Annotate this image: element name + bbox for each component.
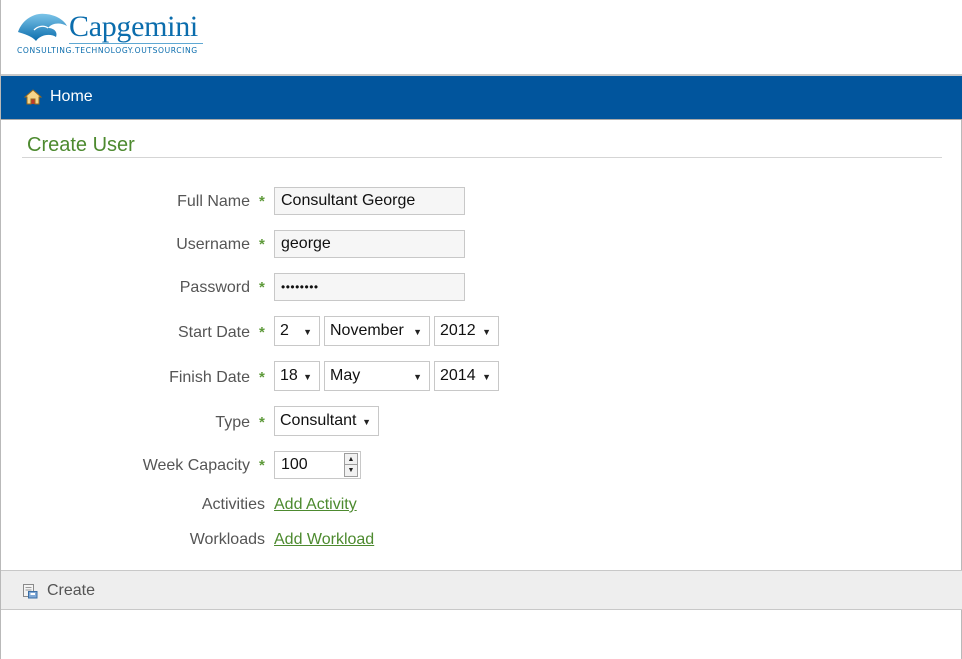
header: Capgemini CONSULTING.TECHNOLOGY.OUTSOURC… <box>1 0 962 75</box>
week-capacity-value: 100 <box>281 456 308 473</box>
dropdown-arrow-icon: ▼ <box>362 417 371 427</box>
add-activity-link[interactable]: Add Activity <box>274 496 357 514</box>
activities-label: Activities <box>201 496 265 513</box>
nav-home-label: Home <box>50 88 93 105</box>
logo-wordmark: Capgemini <box>69 10 198 43</box>
start-day-value: 2 <box>280 322 289 339</box>
row-workloads: Workloads Add Workload <box>1 525 962 555</box>
finish-date-label: Finish Date <box>169 369 250 386</box>
required-marker: * <box>259 236 265 253</box>
logo-tagline: CONSULTING.TECHNOLOGY.OUTSOURCING <box>17 46 198 55</box>
workloads-label: Workloads <box>189 531 265 548</box>
title-divider <box>22 157 942 158</box>
app-frame: Capgemini CONSULTING.TECHNOLOGY.OUTSOURC… <box>0 0 962 659</box>
page-title: Create User <box>27 134 135 156</box>
row-username: Username * george <box>1 230 962 260</box>
spinner-buttons: ▲ ▼ <box>344 453 358 477</box>
start-month-value: November <box>330 322 404 339</box>
dropdown-arrow-icon: ▼ <box>482 327 491 337</box>
nav-home-link[interactable]: Home <box>24 87 93 107</box>
type-select[interactable]: Consultant ▼ <box>274 406 379 436</box>
create-button[interactable]: Create <box>22 581 95 601</box>
type-label: Type <box>215 414 250 431</box>
username-input[interactable]: george <box>274 230 465 258</box>
capgemini-spade-logo-icon <box>18 13 67 41</box>
create-label: Create <box>47 582 96 599</box>
finish-day-select[interactable]: 18 ▼ <box>274 361 320 391</box>
row-type: Type * Consultant ▼ <box>1 406 962 436</box>
nav-bar: Home <box>1 76 962 119</box>
row-full-name: Full Name * Consultant George <box>1 187 962 217</box>
logo-divider <box>69 43 203 44</box>
password-label: Password <box>179 279 250 296</box>
required-marker: * <box>259 369 265 386</box>
finish-year-select[interactable]: 2014 ▼ <box>434 361 499 391</box>
required-marker: * <box>259 324 265 341</box>
spinner-down-icon[interactable]: ▼ <box>345 465 357 476</box>
dropdown-arrow-icon: ▼ <box>482 372 491 382</box>
finish-month-select[interactable]: May ▼ <box>324 361 430 391</box>
create-icon <box>23 584 38 599</box>
action-bar: Create <box>1 570 962 610</box>
row-start-date: Start Date * 2 ▼ November ▼ 2012 ▼ <box>1 316 962 346</box>
row-activities: Activities Add Activity <box>1 490 962 520</box>
row-finish-date: Finish Date * 18 ▼ May ▼ 2014 ▼ <box>1 361 962 391</box>
username-label: Username <box>176 236 250 253</box>
required-marker: * <box>259 193 265 210</box>
capgemini-logo[interactable]: Capgemini CONSULTING.TECHNOLOGY.OUTSOURC… <box>16 10 216 60</box>
finish-year-value: 2014 <box>440 367 476 384</box>
week-capacity-label: Week Capacity <box>142 457 250 474</box>
nav-divider <box>1 119 962 120</box>
start-year-value: 2012 <box>440 322 476 339</box>
required-marker: * <box>259 414 265 431</box>
start-month-select[interactable]: November ▼ <box>324 316 430 346</box>
add-workload-link[interactable]: Add Workload <box>274 531 374 549</box>
dropdown-arrow-icon: ▼ <box>413 327 422 337</box>
start-year-select[interactable]: 2012 ▼ <box>434 316 499 346</box>
full-name-input[interactable]: Consultant George <box>274 187 465 215</box>
row-password: Password * •••••••• <box>1 273 962 303</box>
week-capacity-stepper[interactable]: 100 ▲ ▼ <box>274 451 361 479</box>
finish-month-value: May <box>330 367 361 384</box>
dropdown-arrow-icon: ▼ <box>413 372 422 382</box>
required-marker: * <box>259 457 265 474</box>
start-day-select[interactable]: 2 ▼ <box>274 316 320 346</box>
dropdown-arrow-icon: ▼ <box>303 327 312 337</box>
row-week-capacity: Week Capacity * 100 ▲ ▼ <box>1 451 962 481</box>
password-input[interactable]: •••••••• <box>274 273 465 301</box>
home-icon <box>24 89 42 105</box>
finish-day-value: 18 <box>280 367 298 384</box>
spinner-up-icon[interactable]: ▲ <box>345 454 357 465</box>
full-name-label: Full Name <box>177 193 250 210</box>
required-marker: * <box>259 279 265 296</box>
dropdown-arrow-icon: ▼ <box>303 372 312 382</box>
type-value: Consultant <box>280 412 357 429</box>
start-date-label: Start Date <box>177 324 250 341</box>
